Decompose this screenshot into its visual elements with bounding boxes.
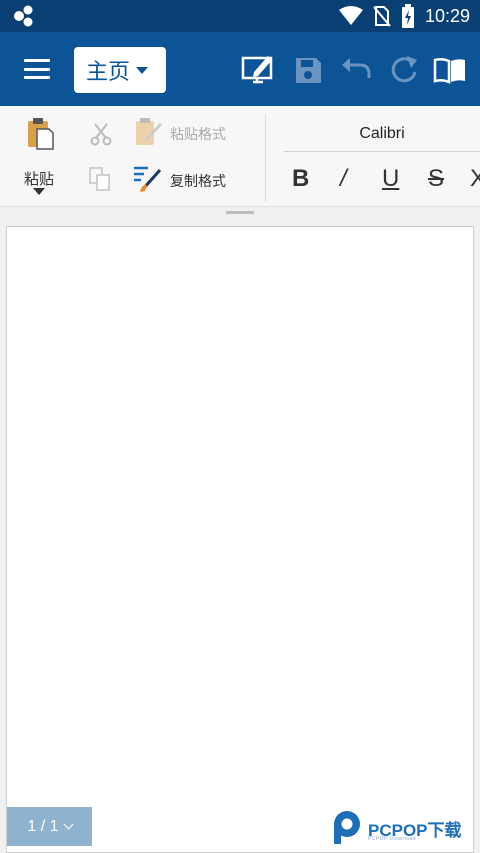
chevron-down-icon (63, 819, 74, 830)
document-page[interactable] (6, 226, 474, 853)
italic-button[interactable]: / (340, 164, 347, 194)
ribbon-toolbar: 粘贴 粘贴格式 复制格式 Calibri B / U S X (0, 106, 480, 206)
ribbon-collapse-handle[interactable] (0, 206, 480, 220)
watermark-logo-icon (334, 811, 360, 844)
status-time: 10:29 (424, 5, 470, 26)
ribbon-divider (265, 114, 266, 202)
paste-format-label: 粘贴格式 (170, 127, 226, 143)
more-format-button[interactable]: X (470, 164, 480, 194)
chevron-down-icon (136, 66, 149, 74)
save-icon[interactable] (290, 52, 326, 88)
underline-button[interactable]: U (382, 164, 399, 194)
drag-handle-icon (226, 211, 254, 214)
clipboard-icon (28, 118, 54, 150)
paste-label: 粘贴 (23, 170, 54, 188)
copy-format-label: 复制格式 (170, 174, 226, 190)
ribbon-tab-selector[interactable]: 主页 (74, 47, 166, 93)
undo-icon[interactable] (338, 52, 374, 88)
paste-button[interactable]: 粘贴 (14, 116, 64, 196)
ribbon-tab-label: 主页 (86, 60, 131, 85)
copy-icon[interactable] (88, 166, 112, 192)
paste-format-icon (136, 118, 163, 145)
format-painter-icon (134, 166, 162, 192)
watermark-subtext: PCPOP Download (368, 836, 417, 842)
read-mode-icon[interactable] (432, 52, 468, 88)
app-notification-icon (14, 5, 33, 27)
watermark: PCPOP下载 PCPOP Download (330, 808, 480, 848)
paste-format-button[interactable]: 粘贴格式 (134, 116, 244, 150)
copy-format-button[interactable]: 复制格式 (132, 162, 244, 196)
status-bar: 10:29 (0, 0, 480, 32)
page-indicator-label: 1 / 1 (27, 817, 59, 835)
font-name-field[interactable]: Calibri (284, 116, 480, 152)
bold-button[interactable]: B (292, 164, 309, 194)
page-indicator[interactable]: 1 / 1 (7, 807, 92, 846)
menu-icon[interactable] (20, 54, 54, 84)
wifi-icon (338, 6, 363, 25)
redo-icon[interactable] (386, 52, 422, 88)
chevron-down-icon (33, 188, 45, 195)
app-bar: 主页 (0, 32, 480, 106)
cut-icon[interactable] (90, 122, 112, 146)
no-sim-icon (373, 6, 391, 27)
battery-charging-icon (401, 4, 414, 28)
edit-view-icon[interactable] (240, 52, 276, 88)
strikethrough-button[interactable]: S (428, 164, 444, 194)
